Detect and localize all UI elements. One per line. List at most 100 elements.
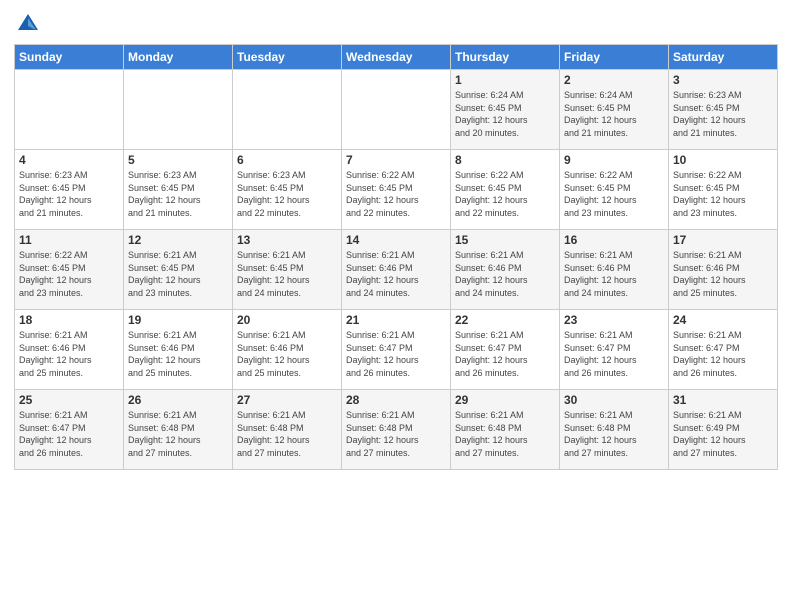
- column-header-sunday: Sunday: [15, 45, 124, 70]
- day-info: Sunrise: 6:21 AM Sunset: 6:48 PM Dayligh…: [237, 409, 337, 459]
- day-info: Sunrise: 6:21 AM Sunset: 6:47 PM Dayligh…: [346, 329, 446, 379]
- day-cell: 4 Sunrise: 6:23 AM Sunset: 6:45 PM Daylig…: [15, 150, 124, 230]
- column-header-wednesday: Wednesday: [342, 45, 451, 70]
- day-info: Sunrise: 6:22 AM Sunset: 6:45 PM Dayligh…: [455, 169, 555, 219]
- calendar-header: SundayMondayTuesdayWednesdayThursdayFrid…: [15, 45, 778, 70]
- day-info: Sunrise: 6:24 AM Sunset: 6:45 PM Dayligh…: [564, 89, 664, 139]
- day-cell: 17 Sunrise: 6:21 AM Sunset: 6:46 PM Dayli…: [669, 230, 778, 310]
- day-cell: 14 Sunrise: 6:21 AM Sunset: 6:46 PM Dayli…: [342, 230, 451, 310]
- day-info: Sunrise: 6:24 AM Sunset: 6:45 PM Dayligh…: [455, 89, 555, 139]
- day-cell: 28 Sunrise: 6:21 AM Sunset: 6:48 PM Dayli…: [342, 390, 451, 470]
- day-info: Sunrise: 6:21 AM Sunset: 6:45 PM Dayligh…: [237, 249, 337, 299]
- day-cell: 21 Sunrise: 6:21 AM Sunset: 6:47 PM Dayli…: [342, 310, 451, 390]
- column-header-thursday: Thursday: [451, 45, 560, 70]
- day-info: Sunrise: 6:21 AM Sunset: 6:47 PM Dayligh…: [455, 329, 555, 379]
- day-info: Sunrise: 6:21 AM Sunset: 6:46 PM Dayligh…: [19, 329, 119, 379]
- day-info: Sunrise: 6:22 AM Sunset: 6:45 PM Dayligh…: [19, 249, 119, 299]
- day-number: 1: [455, 73, 555, 87]
- column-header-saturday: Saturday: [669, 45, 778, 70]
- day-cell: 3Sunrise: 6:23 AM Sunset: 6:45 PM Daylig…: [669, 70, 778, 150]
- day-number: 30: [564, 393, 664, 407]
- day-number: 12: [128, 233, 228, 247]
- day-number: 16: [564, 233, 664, 247]
- day-info: Sunrise: 6:21 AM Sunset: 6:48 PM Dayligh…: [455, 409, 555, 459]
- day-number: 3: [673, 73, 773, 87]
- day-number: 27: [237, 393, 337, 407]
- day-cell: 25 Sunrise: 6:21 AM Sunset: 6:47 PM Dayli…: [15, 390, 124, 470]
- week-row-2: 4 Sunrise: 6:23 AM Sunset: 6:45 PM Daylig…: [15, 150, 778, 230]
- day-info: Sunrise: 6:21 AM Sunset: 6:49 PM Dayligh…: [673, 409, 773, 459]
- day-cell: 6 Sunrise: 6:23 AM Sunset: 6:45 PM Daylig…: [233, 150, 342, 230]
- day-number: 4: [19, 153, 119, 167]
- day-number: 8: [455, 153, 555, 167]
- day-cell: 19Sunrise: 6:21 AM Sunset: 6:46 PM Dayli…: [124, 310, 233, 390]
- day-info: Sunrise: 6:21 AM Sunset: 6:47 PM Dayligh…: [673, 329, 773, 379]
- day-number: 13: [237, 233, 337, 247]
- day-number: 28: [346, 393, 446, 407]
- day-number: 22: [455, 313, 555, 327]
- day-info: Sunrise: 6:23 AM Sunset: 6:45 PM Dayligh…: [19, 169, 119, 219]
- day-info: Sunrise: 6:22 AM Sunset: 6:45 PM Dayligh…: [346, 169, 446, 219]
- day-number: 25: [19, 393, 119, 407]
- day-cell: 8 Sunrise: 6:22 AM Sunset: 6:45 PM Daylig…: [451, 150, 560, 230]
- day-cell: [15, 70, 124, 150]
- column-header-friday: Friday: [560, 45, 669, 70]
- day-cell: 15 Sunrise: 6:21 AM Sunset: 6:46 PM Dayli…: [451, 230, 560, 310]
- day-info: Sunrise: 6:21 AM Sunset: 6:46 PM Dayligh…: [673, 249, 773, 299]
- day-cell: 5Sunrise: 6:23 AM Sunset: 6:45 PM Daylig…: [124, 150, 233, 230]
- day-number: 19: [128, 313, 228, 327]
- day-cell: 22 Sunrise: 6:21 AM Sunset: 6:47 PM Dayli…: [451, 310, 560, 390]
- day-cell: 10 Sunrise: 6:22 AM Sunset: 6:45 PM Dayli…: [669, 150, 778, 230]
- day-cell: [233, 70, 342, 150]
- day-info: Sunrise: 6:21 AM Sunset: 6:48 PM Dayligh…: [128, 409, 228, 459]
- calendar-body: 1 Sunrise: 6:24 AM Sunset: 6:45 PM Daylig…: [15, 70, 778, 470]
- week-row-5: 25 Sunrise: 6:21 AM Sunset: 6:47 PM Dayli…: [15, 390, 778, 470]
- day-number: 10: [673, 153, 773, 167]
- day-number: 17: [673, 233, 773, 247]
- day-cell: 2 Sunrise: 6:24 AM Sunset: 6:45 PM Daylig…: [560, 70, 669, 150]
- day-cell: 11 Sunrise: 6:22 AM Sunset: 6:45 PM Dayli…: [15, 230, 124, 310]
- day-info: Sunrise: 6:22 AM Sunset: 6:45 PM Dayligh…: [673, 169, 773, 219]
- day-cell: [124, 70, 233, 150]
- week-row-3: 11 Sunrise: 6:22 AM Sunset: 6:45 PM Dayli…: [15, 230, 778, 310]
- day-cell: 20Sunrise: 6:21 AM Sunset: 6:46 PM Dayli…: [233, 310, 342, 390]
- day-info: Sunrise: 6:22 AM Sunset: 6:45 PM Dayligh…: [564, 169, 664, 219]
- day-number: 26: [128, 393, 228, 407]
- day-cell: 18 Sunrise: 6:21 AM Sunset: 6:46 PM Dayli…: [15, 310, 124, 390]
- day-number: 15: [455, 233, 555, 247]
- day-cell: 16 Sunrise: 6:21 AM Sunset: 6:46 PM Dayli…: [560, 230, 669, 310]
- day-number: 6: [237, 153, 337, 167]
- logo-icon: [14, 10, 42, 38]
- day-cell: 27 Sunrise: 6:21 AM Sunset: 6:48 PM Dayli…: [233, 390, 342, 470]
- day-cell: 30 Sunrise: 6:21 AM Sunset: 6:48 PM Dayli…: [560, 390, 669, 470]
- day-cell: 9Sunrise: 6:22 AM Sunset: 6:45 PM Daylig…: [560, 150, 669, 230]
- day-info: Sunrise: 6:21 AM Sunset: 6:46 PM Dayligh…: [564, 249, 664, 299]
- header-row: SundayMondayTuesdayWednesdayThursdayFrid…: [15, 45, 778, 70]
- day-number: 23: [564, 313, 664, 327]
- week-row-1: 1 Sunrise: 6:24 AM Sunset: 6:45 PM Daylig…: [15, 70, 778, 150]
- day-info: Sunrise: 6:21 AM Sunset: 6:48 PM Dayligh…: [564, 409, 664, 459]
- day-number: 14: [346, 233, 446, 247]
- calendar-table: SundayMondayTuesdayWednesdayThursdayFrid…: [14, 44, 778, 470]
- day-cell: 12 Sunrise: 6:21 AM Sunset: 6:45 PM Dayli…: [124, 230, 233, 310]
- page-container: SundayMondayTuesdayWednesdayThursdayFrid…: [0, 0, 792, 480]
- day-number: 2: [564, 73, 664, 87]
- day-number: 5: [128, 153, 228, 167]
- day-cell: 31Sunrise: 6:21 AM Sunset: 6:49 PM Dayli…: [669, 390, 778, 470]
- page-header: [14, 10, 778, 38]
- week-row-4: 18 Sunrise: 6:21 AM Sunset: 6:46 PM Dayli…: [15, 310, 778, 390]
- day-number: 21: [346, 313, 446, 327]
- day-info: Sunrise: 6:21 AM Sunset: 6:46 PM Dayligh…: [346, 249, 446, 299]
- day-cell: [342, 70, 451, 150]
- day-info: Sunrise: 6:21 AM Sunset: 6:46 PM Dayligh…: [455, 249, 555, 299]
- day-info: Sunrise: 6:23 AM Sunset: 6:45 PM Dayligh…: [237, 169, 337, 219]
- day-number: 24: [673, 313, 773, 327]
- day-info: Sunrise: 6:21 AM Sunset: 6:47 PM Dayligh…: [19, 409, 119, 459]
- day-number: 18: [19, 313, 119, 327]
- day-cell: 24 Sunrise: 6:21 AM Sunset: 6:47 PM Dayli…: [669, 310, 778, 390]
- day-cell: 1 Sunrise: 6:24 AM Sunset: 6:45 PM Daylig…: [451, 70, 560, 150]
- day-info: Sunrise: 6:21 AM Sunset: 6:45 PM Dayligh…: [128, 249, 228, 299]
- day-number: 7: [346, 153, 446, 167]
- day-info: Sunrise: 6:21 AM Sunset: 6:48 PM Dayligh…: [346, 409, 446, 459]
- day-number: 11: [19, 233, 119, 247]
